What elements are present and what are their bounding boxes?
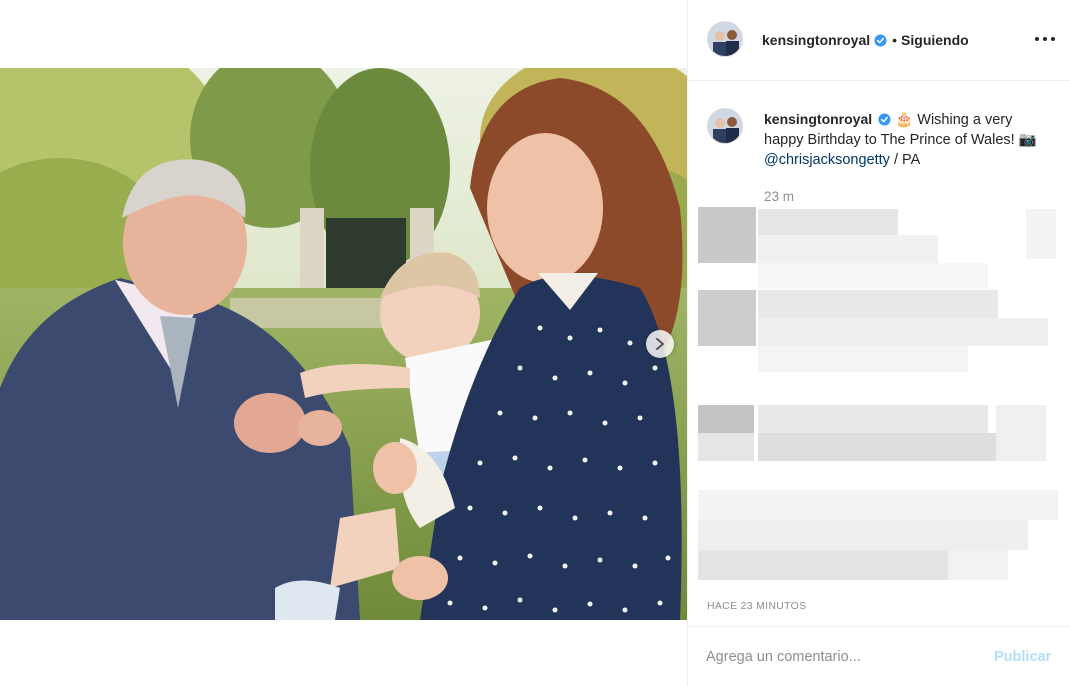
- caption-relative-time: 23 m: [764, 189, 795, 204]
- profile-picture-icon: [708, 22, 742, 56]
- comment-bar: Publicar: [688, 626, 1070, 686]
- post-timestamp[interactable]: HACE 23 MINUTOS: [707, 600, 806, 612]
- header-info: kensingtonroyal • Siguiendo: [762, 32, 969, 48]
- carousel-next-button[interactable]: [646, 330, 674, 358]
- pixelated-comments: [696, 205, 1066, 595]
- verified-badge-icon: [874, 33, 887, 47]
- caption-text: kensingtonroyal 🎂 Wishing a very happy B…: [764, 109, 1054, 170]
- following-button[interactable]: Siguiendo: [901, 32, 969, 48]
- mention-link[interactable]: @chrisjacksongetty: [764, 152, 890, 168]
- caption-username-link[interactable]: kensingtonroyal: [764, 111, 872, 127]
- post-side-panel: kensingtonroyal • Siguiendo kensingtonro…: [687, 0, 1070, 686]
- profile-picture-icon: [708, 109, 742, 143]
- comment-input[interactable]: [706, 647, 976, 667]
- post-photo[interactable]: [0, 68, 687, 620]
- family-portrait-image: [0, 68, 687, 620]
- verified-badge-icon: [878, 113, 891, 126]
- caption-suffix: / PA: [889, 152, 921, 168]
- cake-emoji-icon: 🎂: [895, 112, 914, 128]
- media-pane: [0, 0, 687, 686]
- more-options-icon[interactable]: [1034, 30, 1056, 48]
- publish-button[interactable]: Publicar: [994, 649, 1051, 665]
- chevron-right-icon: [656, 338, 664, 350]
- username-link[interactable]: kensingtonroyal: [762, 32, 870, 48]
- post-header: kensingtonroyal • Siguiendo: [688, 0, 1070, 81]
- camera-emoji-icon: 📷: [1018, 132, 1037, 148]
- separator-dot: •: [892, 32, 898, 48]
- avatar[interactable]: [707, 21, 743, 57]
- avatar[interactable]: [707, 108, 743, 144]
